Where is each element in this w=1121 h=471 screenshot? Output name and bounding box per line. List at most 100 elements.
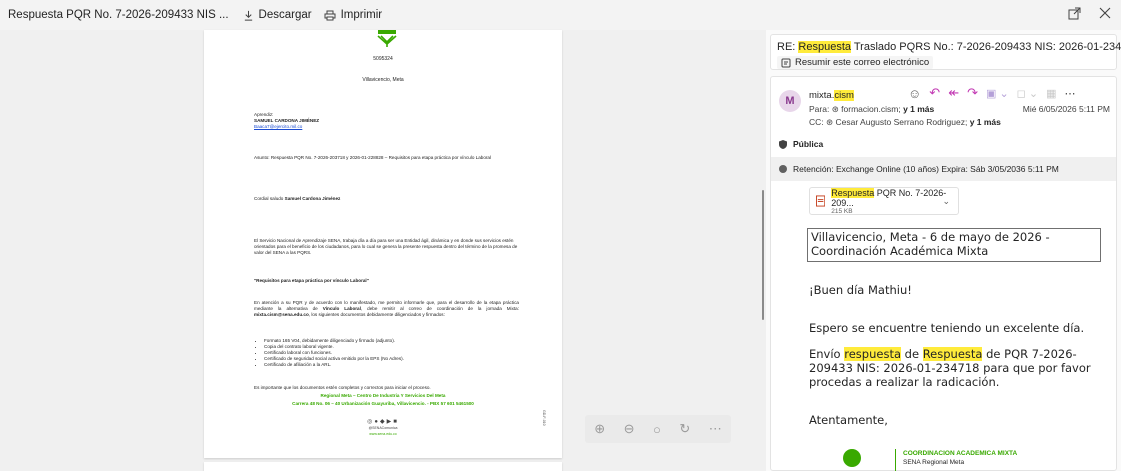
download-button[interactable]: Descargar xyxy=(243,9,312,21)
requirements-list: Formato 165 V04, debidamente diligenciad… xyxy=(254,338,519,368)
avatar[interactable]: M xyxy=(779,90,801,112)
greeting-text: Cordial saludo Samuel Cardona Jiménez xyxy=(254,196,519,202)
para-part: , debe remitir al correo de coordinación… xyxy=(360,306,519,311)
subject-prefix: RE: xyxy=(777,41,799,53)
summarize-icon xyxy=(781,58,791,67)
subject-card: RE: Respuesta Traslado PQRS No.: 7-2026-… xyxy=(770,34,1121,70)
download-icon xyxy=(244,10,252,21)
rotate-icon[interactable]: ↻ xyxy=(679,421,690,437)
recipient-block: Aprendiz: SAMUEL CARDONA JIMÉNEZ Baaca7@… xyxy=(254,112,519,130)
social-handle: @SENAComunica xyxy=(368,426,398,430)
emoji-icon[interactable]: ☺ xyxy=(908,86,921,101)
side-code: GD-F-010 xyxy=(542,410,546,426)
body-regards: Atentamente, xyxy=(809,413,888,427)
asunto-text: Asunto: Respuesta PQR No. 7-2026-203718 … xyxy=(254,155,491,160)
cc-recipient[interactable]: Cesar Augusto Serrano Rodriguez; xyxy=(835,117,967,127)
sender-prefix: mixta. xyxy=(809,90,835,101)
to-label: Para: xyxy=(809,104,832,114)
send-part: Envío xyxy=(809,347,845,361)
subject-highlight: Respuesta xyxy=(798,41,851,53)
layout-icon[interactable]: ▦ xyxy=(1046,87,1056,100)
viewer-toolbar: Respuesta PQR No. 7-2026-209433 NIS ... … xyxy=(0,0,1121,30)
summarize-button[interactable]: Resumir este correo electrónico xyxy=(777,56,1110,69)
retention-bar: Retención: Exchange Online (10 años) Exp… xyxy=(771,157,1116,181)
cc-more[interactable]: y 1 más xyxy=(970,117,1001,127)
mail-date: Mié 6/05/2026 5:11 PM xyxy=(1022,104,1110,114)
aprendiz-email-link[interactable]: Baaca7@ejercito.mil.co xyxy=(254,124,519,130)
zoom-in-icon[interactable]: ⊕ xyxy=(594,421,605,437)
document-city: Villavicencio, Meta xyxy=(362,77,404,83)
signature: COORDINACION ACADEMICA MIXTA SENA Region… xyxy=(811,449,1111,471)
list-item: Certificado de afiliación a la ARL. xyxy=(264,362,519,368)
footer-line-1: Regional Meta – Centro De Industria Y Se… xyxy=(320,393,446,398)
send-highlight-1: respuesta xyxy=(844,347,902,361)
zoom-out-icon[interactable]: ⊖ xyxy=(624,421,635,437)
pdf-page-next xyxy=(204,462,562,471)
sensitivity-label: Pública xyxy=(779,139,823,149)
to-line: Para: ⊛ formacion.cism; y 1 más xyxy=(809,104,935,114)
pdf-page: 5095324 Villavicencio, Meta Aprendiz: SA… xyxy=(204,30,562,458)
subject-rest: Traslado PQRS No.: 7-2026-209433 NIS: 20… xyxy=(851,41,1121,53)
fit-icon[interactable]: ○ xyxy=(653,422,661,437)
reply-icon[interactable]: ↶ xyxy=(929,85,940,101)
social-icons: ◎●◆▶■ xyxy=(367,419,399,425)
forward-icon[interactable]: ↷ xyxy=(967,85,978,101)
attachment-title: Respuesta PQR No. 7-2026-209433 NIS ... xyxy=(8,9,229,21)
download-label: Descargar xyxy=(258,9,312,21)
pdf-file-icon xyxy=(816,195,826,207)
print-label: Imprimir xyxy=(340,9,383,21)
attachment-highlight: Respuesta xyxy=(831,187,875,198)
close-icon[interactable] xyxy=(1099,7,1111,19)
website-text: www.sena.edu.co xyxy=(369,432,397,436)
summarize-label: Resumir este correo electrónico xyxy=(795,57,930,68)
retention-dot-icon xyxy=(779,165,787,173)
message-card: M mixta.cism ☺ ↶ ↞ ↷ ▣ ⌄ ◻ ⌄ ▦ ⋯ Para: ⊛… xyxy=(770,76,1117,471)
printer-icon xyxy=(324,10,336,20)
apps-icon[interactable]: ▣ ⌄ xyxy=(986,87,1009,100)
document-viewer[interactable]: 5095324 Villavicencio, Meta Aprendiz: SA… xyxy=(0,30,764,471)
to-recipient[interactable]: formacion.cism; xyxy=(841,104,901,114)
attachment-name: Respuesta PQR No. 7-2026-209... xyxy=(831,187,958,208)
viewer-scrollbar[interactable] xyxy=(762,190,764,320)
popout-icon[interactable] xyxy=(1068,7,1081,20)
print-button[interactable]: Imprimir xyxy=(324,9,383,21)
sena-logo xyxy=(377,30,397,47)
signature-divider xyxy=(895,449,896,471)
signature-title: COORDINACION ACADEMICA MIXTA xyxy=(903,450,1018,457)
to-more[interactable]: y 1 más xyxy=(903,104,934,114)
attachment-card[interactable]: Respuesta PQR No. 7-2026-209... 215 KB ⌄ xyxy=(809,187,959,215)
body-greeting: ¡Buen día Mathiu! xyxy=(809,283,912,297)
closing-text: Es importante que los documentos estén c… xyxy=(254,385,431,390)
chevron-down-icon[interactable]: ⌄ xyxy=(942,196,950,207)
body-wish: Espero se encuentre teniendo un excelent… xyxy=(809,321,1085,335)
reading-pane: RE: Respuesta Traslado PQRS No.: 7-2026-… xyxy=(766,30,1121,471)
footer-line-2: Carrera 48 No. 06 – 40 Urbanización Guay… xyxy=(292,401,474,406)
send-part: de xyxy=(901,347,923,361)
more-actions-icon[interactable]: ⋯ xyxy=(1064,87,1075,100)
zoom-toolbar: ⊕ ⊖ ○ ↻ ⋯ xyxy=(585,415,731,443)
attachment-size: 215 KB xyxy=(831,207,853,215)
mail-subject: RE: Respuesta Traslado PQRS No.: 7-2026-… xyxy=(777,41,1121,53)
sender[interactable]: mixta.cism xyxy=(809,90,854,101)
para-part: Vínculo Laboral xyxy=(322,306,361,311)
reply-all-icon[interactable]: ↞ xyxy=(948,85,959,101)
cc-line: CC: ⊛ Cesar Augusto Serrano Rodriguez; y… xyxy=(809,117,1001,127)
greeting-prefix: Cordial saludo xyxy=(254,196,285,201)
sensitivity-text: Pública xyxy=(793,139,824,149)
body-header: Villavicencio, Meta - 6 de mayo de 2026 … xyxy=(807,228,1101,262)
requirements-title: "Requisitos para etapa práctica por vínc… xyxy=(254,278,369,283)
para-part: mixta.cism@sena.edu.co xyxy=(254,312,309,317)
document-code: 5095324 xyxy=(373,56,393,62)
retention-text: Retención: Exchange Online (10 años) Exp… xyxy=(793,164,1059,174)
intro-paragraph: El Servicio Nacional de Aprendizaje SENA… xyxy=(254,238,518,255)
shield-icon xyxy=(779,139,787,149)
message-actions: ☺ ↶ ↞ ↷ ▣ ⌄ ◻ ⌄ ▦ ⋯ xyxy=(908,85,1075,101)
send-highlight-2: Respuesta xyxy=(922,347,983,361)
para-part: , los siguientes documentos debidamente … xyxy=(308,312,445,317)
signature-subtitle: SENA Regional Meta xyxy=(903,459,965,466)
requirements-paragraph: En atención a su PQR y de acuerdo con lo… xyxy=(254,300,519,318)
sender-highlight: cism xyxy=(834,90,854,101)
greeting-name: Samuel Cardona Jiménez xyxy=(284,196,341,201)
quick-action-icon[interactable]: ◻ ⌄ xyxy=(1017,87,1038,100)
more-icon[interactable]: ⋯ xyxy=(709,421,722,437)
